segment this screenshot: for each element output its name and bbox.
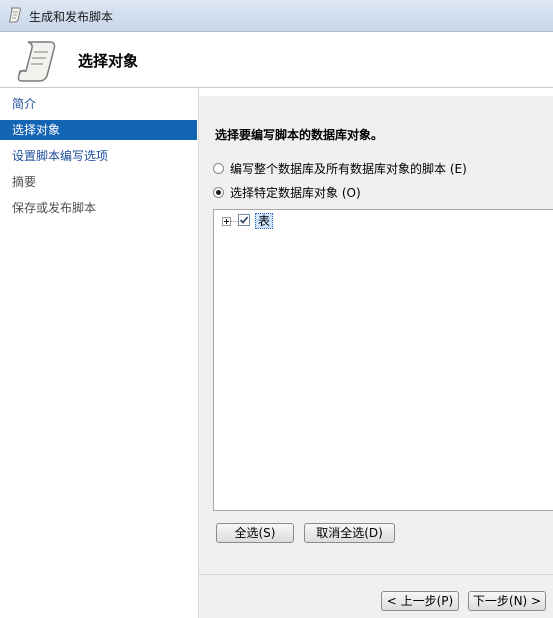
nav-item-scripting-options[interactable]: 设置脚本编写选项: [0, 146, 197, 166]
window-title: 生成和发布脚本: [29, 10, 114, 24]
next-button[interactable]: 下一步(N) >: [468, 591, 546, 611]
page-title: 选择对象: [78, 52, 139, 70]
radio-button-checked[interactable]: [213, 187, 224, 198]
select-all-button[interactable]: 全选(S): [216, 523, 294, 543]
title-bar: 生成和发布脚本: [0, 0, 553, 32]
footer-separator: [199, 574, 553, 575]
wizard-header: 选择对象: [0, 32, 553, 88]
previous-button[interactable]: < 上一步(P): [381, 591, 459, 611]
option-label: 选择特定数据库对象 (O): [230, 186, 361, 200]
script-scroll-icon: [17, 41, 56, 82]
checkmark-icon: [239, 216, 249, 224]
main-top-strip: [199, 88, 553, 96]
instruction-text: 选择要编写脚本的数据库对象。: [215, 128, 384, 142]
tables-checkbox[interactable]: [238, 214, 250, 226]
tree-node-tables[interactable]: 表: [255, 213, 274, 229]
object-tree[interactable]: 表: [213, 209, 553, 511]
tree-connector: [231, 221, 238, 222]
radio-button[interactable]: [213, 163, 224, 174]
wizard-nav: 简介 选择对象 设置脚本编写选项 摘要 保存或发布脚本: [0, 88, 199, 618]
expand-icon[interactable]: [222, 217, 231, 226]
main-panel: 选择要编写脚本的数据库对象。 编写整个数据库及所有数据库对象的脚本 (E) 选择…: [199, 88, 553, 618]
script-scroll-icon: [9, 7, 21, 23]
deselect-all-button[interactable]: 取消全选(D): [304, 523, 395, 543]
nav-item-summary: 摘要: [12, 175, 37, 189]
option-label: 编写整个数据库及所有数据库对象的脚本 (E): [230, 162, 467, 176]
nav-item-save-or-publish: 保存或发布脚本: [12, 201, 97, 215]
nav-item-introduction[interactable]: 简介: [0, 94, 197, 114]
nav-item-choose-objects[interactable]: 选择对象: [0, 120, 197, 140]
